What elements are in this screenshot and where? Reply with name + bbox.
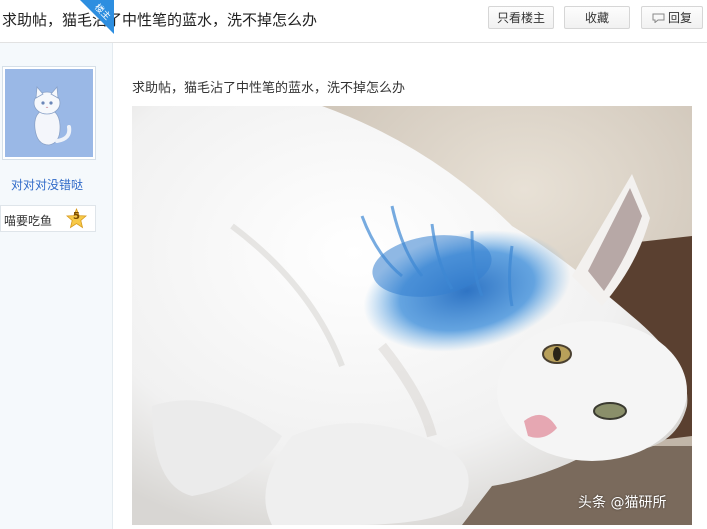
favorite-button[interactable]: 收藏 xyxy=(564,6,630,29)
avatar-frame[interactable] xyxy=(2,66,96,160)
white-cat-avatar-icon xyxy=(5,69,93,157)
post-image[interactable] xyxy=(132,106,692,525)
only-op-button[interactable]: 只看楼主 xyxy=(488,6,554,29)
user-level: 喵要吃鱼 5 xyxy=(0,205,96,232)
op-badge: 楼主 xyxy=(80,0,114,34)
author-username[interactable]: 对对对没错哒 xyxy=(0,176,94,193)
author-sidebar: 对对对没错哒 喵要吃鱼 5 xyxy=(0,43,113,529)
level-title: 喵要吃鱼 xyxy=(4,214,53,228)
white-cat-blue-ink-photo xyxy=(132,106,692,525)
reply-button[interactable]: 回复 xyxy=(641,6,703,29)
speech-bubble-icon xyxy=(652,13,665,23)
level-number: 5 xyxy=(73,211,80,222)
reply-button-label: 回复 xyxy=(667,11,692,25)
post-text: 求助帖，猫毛沾了中性笔的蓝水，洗不掉怎么办 xyxy=(132,81,406,96)
thread-title: 求助帖，猫毛沾了中性笔的蓝水，洗不掉怎么办 xyxy=(2,11,318,29)
avatar[interactable] xyxy=(5,69,93,157)
image-watermark: 头条 @猫研所 xyxy=(578,495,667,511)
